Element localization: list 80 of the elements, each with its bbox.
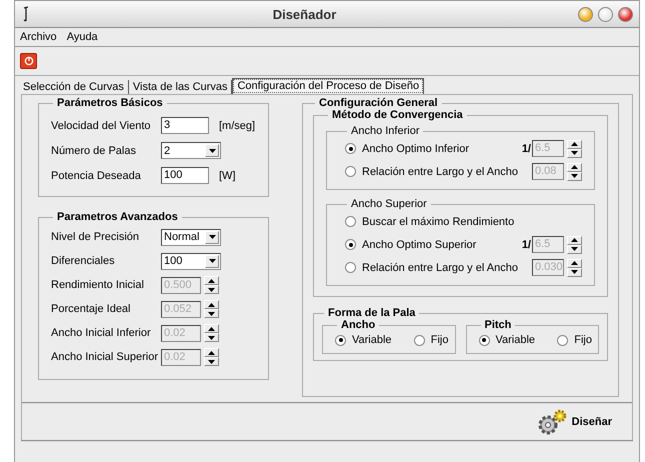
radio-button[interactable] [345, 216, 356, 227]
down-arrow-icon [208, 235, 216, 239]
spin-up-button[interactable] [567, 140, 582, 148]
down-arrow-icon [208, 312, 215, 316]
text-field[interactable]: 3 [161, 117, 209, 134]
dropdown[interactable]: 2 [161, 142, 221, 159]
group-title: Configuración General [318, 97, 439, 109]
group-title: Pitch [484, 319, 512, 331]
gears-icon [536, 409, 568, 435]
radio-button[interactable] [335, 334, 346, 346]
dropdown[interactable]: 100 [161, 252, 221, 270]
down-arrow-icon [571, 270, 578, 274]
radio-button[interactable] [414, 334, 425, 346]
group-title: Método de Convergencia [331, 109, 464, 121]
up-arrow-icon [571, 165, 578, 169]
text-field[interactable]: 100 [161, 167, 209, 184]
up-arrow-icon [208, 326, 215, 330]
down-arrow-icon [208, 336, 215, 340]
field-label: Ancho Inicial Superior [51, 351, 160, 363]
group-title: Ancho Superior [350, 198, 428, 210]
field-label: Número de Palas [51, 144, 137, 156]
up-arrow-icon [208, 302, 215, 306]
spin-up-button[interactable] [567, 162, 582, 172]
up-arrow-icon [571, 142, 578, 146]
tab[interactable]: Configuración del Proceso de Diseño [232, 78, 424, 94]
unit-label: [m/seg] [219, 120, 256, 132]
design-button[interactable]: Diseñar [534, 407, 614, 437]
spin-up-button[interactable] [204, 300, 219, 309]
field-label: Ancho Inicial Inferior [51, 327, 152, 339]
group-title: Parámetros Básicos [56, 97, 164, 109]
down-arrow-icon [571, 174, 578, 178]
field-label: Potencia Deseada [51, 170, 142, 182]
up-arrow-icon [208, 278, 215, 282]
option-label[interactable]: Fijo [574, 334, 592, 346]
field-label: Nivel de Precisión [51, 231, 140, 243]
up-arrow-icon [571, 261, 578, 265]
prefix-label: 1/ [522, 142, 531, 154]
group-title: Ancho Inferior [350, 125, 420, 137]
up-arrow-icon [208, 350, 215, 354]
prefix-label: 1/ [522, 238, 531, 250]
app-icon [21, 6, 31, 22]
up-arrow-icon [571, 238, 578, 242]
radio-button[interactable] [557, 334, 568, 346]
group-title: Forma de la Pala [327, 307, 416, 319]
spin-down-button[interactable] [204, 309, 219, 318]
unit-label: [W] [219, 170, 236, 182]
down-arrow-icon [208, 259, 216, 263]
option-label[interactable]: Variable [352, 334, 392, 346]
spin-up-button[interactable] [567, 258, 582, 268]
option-label[interactable]: Fijo [430, 334, 448, 346]
spin-up-button[interactable] [204, 324, 219, 333]
dropdown[interactable]: Normal [161, 228, 221, 246]
option-label[interactable]: Variable [496, 334, 536, 346]
group-title: Parametros Avanzados [56, 211, 179, 223]
spin-down-button[interactable] [204, 357, 219, 366]
option-label[interactable]: Buscar el máximo Rendimiento [362, 216, 582, 228]
spin-down-button[interactable] [204, 333, 219, 342]
close-button[interactable] [618, 6, 633, 22]
down-arrow-icon [208, 148, 216, 152]
spin-up-button[interactable] [204, 276, 219, 285]
power-icon [24, 56, 34, 66]
down-arrow-icon [571, 151, 578, 155]
spin-down-button[interactable] [204, 285, 219, 294]
down-arrow-icon [208, 360, 215, 364]
menu-item[interactable]: Ayuda [66, 31, 99, 43]
field-label: Velocidad del Viento [51, 120, 152, 132]
window-title: Diseñador [272, 6, 338, 22]
menu-item[interactable]: Archivo [19, 31, 58, 43]
radio-button[interactable] [478, 334, 490, 346]
field-label: Diferenciales [51, 255, 116, 267]
maximize-button[interactable] [598, 6, 613, 22]
field-label: Porcentaje Ideal [51, 303, 132, 315]
field-label: Rendimiento Inicial [51, 279, 145, 291]
down-arrow-icon [571, 247, 578, 251]
minimize-button[interactable] [578, 6, 593, 22]
down-arrow-icon [208, 288, 215, 292]
group-title: Ancho [340, 319, 376, 331]
power-button[interactable] [20, 53, 37, 69]
spin-up-button[interactable] [204, 348, 219, 357]
spin-up-button[interactable] [567, 236, 582, 244]
